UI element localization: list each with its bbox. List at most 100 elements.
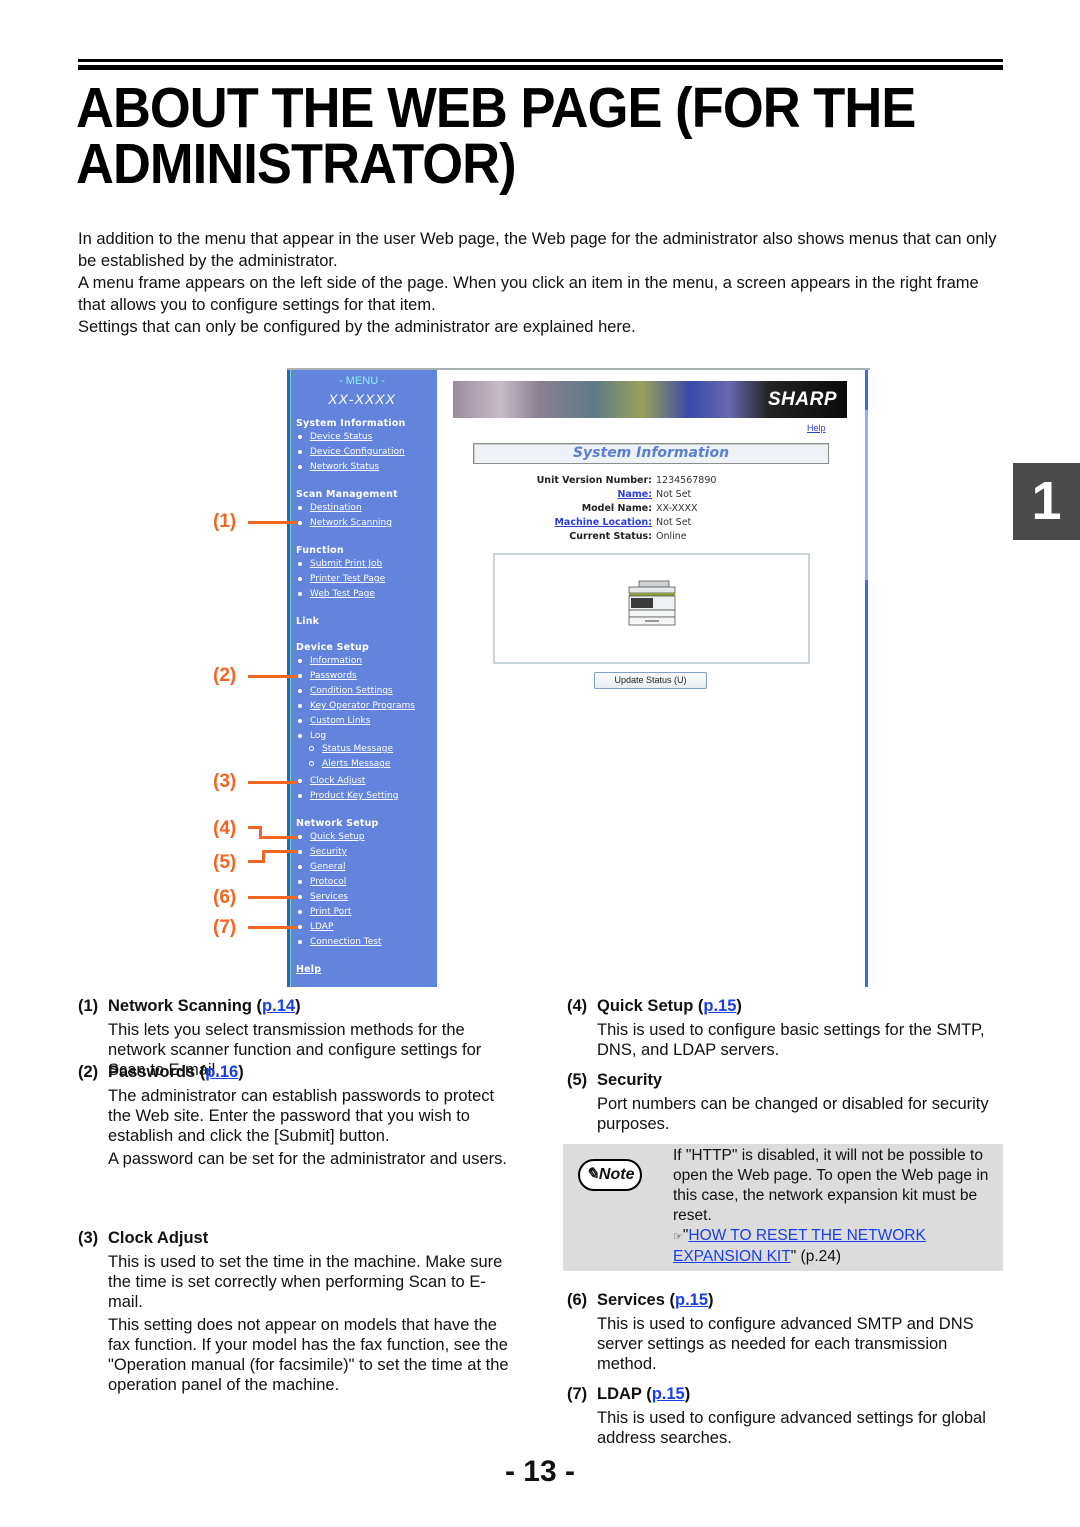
menu-item-print-port[interactable]: Print Port <box>298 907 351 917</box>
menu-item-connection-test[interactable]: Connection Test <box>298 937 382 947</box>
menu-item-information[interactable]: Information <box>298 656 362 666</box>
menu-section-function: Function <box>296 545 344 556</box>
description-body: This is used to configure advanced SMTP … <box>597 1315 974 1373</box>
menu-item-label: Device Configuration <box>310 447 405 457</box>
menu-item-condition-settings[interactable]: Condition Settings <box>298 686 393 696</box>
description-body: This is used to set the time in the mach… <box>108 1253 503 1311</box>
item-number: (7) <box>567 1385 588 1403</box>
menu-item-quick-setup[interactable]: Quick Setup <box>298 832 365 842</box>
info-value: 1234567890 <box>656 475 717 486</box>
bullet-icon <box>298 673 302 678</box>
bullet-icon <box>298 434 302 439</box>
reference-link[interactable]: HOW TO RESET THE NETWORK EXPANSION KIT <box>673 1227 926 1265</box>
description-body: This is used to configure basic settings… <box>597 1021 985 1059</box>
help-link[interactable]: Help <box>807 423 826 433</box>
description-security: (5) Security Port numbers can be changed … <box>567 1070 997 1134</box>
machine-location-link[interactable]: Machine Location: <box>554 517 652 528</box>
callout-5: (5) <box>213 852 237 873</box>
bullet-icon <box>298 576 302 581</box>
info-value: XX-XXXX <box>656 503 698 514</box>
menu-item-label: Web Test Page <box>310 589 375 599</box>
sharp-logo: SHARP <box>767 389 837 410</box>
page-link[interactable]: p.14 <box>262 997 295 1015</box>
bullet-icon <box>298 688 302 693</box>
menu-item-submit-print-job[interactable]: Submit Print Job <box>298 559 382 569</box>
page-link[interactable]: p.16 <box>205 1063 238 1081</box>
bullet-icon <box>298 793 302 798</box>
menu-item-security[interactable]: Security <box>298 847 347 857</box>
admin-web-page-screenshot: - MENU - XX-XXXX System Information Devi… <box>287 368 870 987</box>
content-frame: SHARP Help System Information Unit Versi… <box>437 370 870 987</box>
circle-bullet-icon <box>309 746 314 751</box>
description-body: The administrator can establish password… <box>108 1087 495 1145</box>
item-title: Clock Adjust <box>108 1229 209 1247</box>
pointing-hand-icon: ☞ <box>673 1231 683 1243</box>
bullet-icon <box>298 894 302 899</box>
item-title: Quick Setup <box>597 997 694 1015</box>
menu-item-product-key-setting[interactable]: Product Key Setting <box>298 791 398 801</box>
menu-item-device-status[interactable]: Device Status <box>298 432 372 442</box>
menu-item-network-status[interactable]: Network Status <box>298 462 379 472</box>
callout-line <box>259 836 298 839</box>
callout-line <box>248 926 298 929</box>
menu-item-label: Information <box>310 656 363 666</box>
menu-item-label: Print Port <box>310 907 352 917</box>
info-value: Not Set <box>656 489 692 500</box>
menu-item-label: Alerts Message <box>322 759 391 769</box>
menu-item-services[interactable]: Services <box>298 892 348 902</box>
description-body: This setting does not appear on models t… <box>108 1316 509 1394</box>
name-link[interactable]: Name: <box>617 489 652 500</box>
bullet-icon <box>298 778 302 783</box>
menu-item-general[interactable]: General <box>298 862 345 872</box>
page-link[interactable]: p.15 <box>703 997 736 1015</box>
menu-item-printer-test-page[interactable]: Printer Test Page <box>298 574 385 584</box>
header-rule-thick <box>78 65 1003 70</box>
chapter-tab: 1 <box>1013 463 1080 540</box>
callout-line <box>262 850 298 853</box>
page-link[interactable]: p.15 <box>652 1385 685 1403</box>
menu-item-label: Log <box>310 731 327 741</box>
description-services: (6) Services (p.15) This is used to confi… <box>567 1290 997 1374</box>
menu-item-passwords[interactable]: Passwords <box>298 671 357 681</box>
section-title: System Information <box>572 445 730 461</box>
menu-item-label: Network Scanning <box>310 518 392 528</box>
scrollbar-thumb[interactable] <box>865 410 868 580</box>
bullet-icon <box>298 658 302 663</box>
menu-item-label: Status Message <box>322 744 393 754</box>
menu-item-destination[interactable]: Destination <box>298 503 362 513</box>
menu-item-label: Custom Links <box>310 716 371 726</box>
menu-item-key-operator-programs[interactable]: Key Operator Programs <box>298 701 415 711</box>
description-heading: (3) Clock Adjust <box>78 1228 518 1248</box>
bullet-icon <box>298 561 302 566</box>
menu-item-label: Protocol <box>310 877 347 887</box>
description-body: A password can be set for the administra… <box>108 1150 507 1168</box>
item-number: (1) <box>78 997 99 1015</box>
note-reference: ☞"HOW TO RESET THE NETWORK EXPANSION KIT… <box>673 1227 926 1265</box>
menu-item-label: Quick Setup <box>310 832 365 842</box>
menu-item-custom-links[interactable]: Custom Links <box>298 716 370 726</box>
scrollbar[interactable] <box>865 370 868 987</box>
item-title: LDAP <box>597 1385 642 1403</box>
menu-section-link[interactable]: Link <box>296 616 319 627</box>
menu-item-protocol[interactable]: Protocol <box>298 877 346 887</box>
menu-item-clock-adjust[interactable]: Clock Adjust <box>298 776 365 786</box>
update-status-button[interactable]: Update Status (U) <box>594 672 707 689</box>
bullet-icon <box>298 520 302 525</box>
menu-item-alerts-message[interactable]: Alerts Message <box>309 759 390 769</box>
bullet-icon <box>298 449 302 454</box>
menu-item-device-configuration[interactable]: Device Configuration <box>298 447 405 457</box>
menu-item-ldap[interactable]: LDAP <box>298 922 333 932</box>
page-link[interactable]: p.15 <box>675 1291 708 1309</box>
page-number: - 13 - <box>504 1455 576 1488</box>
intro-paragraph: A menu frame appears on the left side of… <box>78 274 979 314</box>
description-ldap: (7) LDAP (p.15) This is used to configure… <box>567 1384 997 1448</box>
menu-help-link[interactable]: Help <box>296 964 321 975</box>
item-title: Passwords <box>108 1063 196 1081</box>
menu-item-label: Connection Test <box>310 937 382 947</box>
menu-item-status-message[interactable]: Status Message <box>309 744 393 754</box>
menu-item-label: Network Status <box>310 462 380 472</box>
menu-item-web-test-page[interactable]: Web Test Page <box>298 589 375 599</box>
callout-line <box>248 781 298 784</box>
menu-item-network-scanning[interactable]: Network Scanning <box>298 518 392 528</box>
bullet-icon <box>298 591 302 596</box>
